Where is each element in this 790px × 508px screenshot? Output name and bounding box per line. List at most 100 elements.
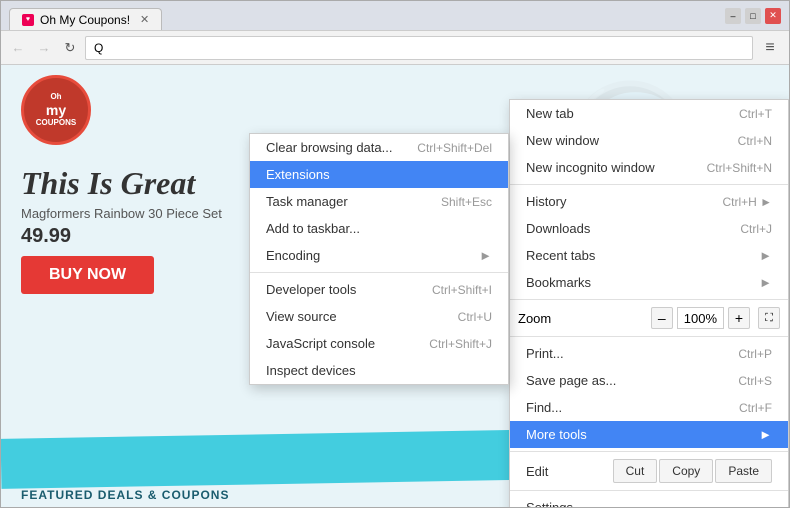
- menu-label: Print...: [526, 346, 564, 361]
- menu-shortcut: Ctrl+N: [738, 134, 772, 148]
- menu-divider: [250, 272, 508, 273]
- menu-item-print[interactable]: Print... Ctrl+P: [510, 340, 788, 367]
- menu-shortcut: Ctrl+S: [738, 374, 772, 388]
- menu-item-recent-tabs[interactable]: Recent tabs ►: [510, 242, 788, 269]
- zoom-value: 100%: [677, 307, 724, 329]
- maximize-button[interactable]: □: [745, 8, 761, 24]
- menu-divider: [510, 299, 788, 300]
- chrome-dropdown-menu: New tab Ctrl+T New window Ctrl+N New inc…: [509, 99, 789, 507]
- submenu-item-dev-tools[interactable]: Developer tools Ctrl+Shift+I: [250, 276, 508, 303]
- zoom-row: Zoom – 100% + ⛶: [510, 303, 788, 333]
- menu-label: Developer tools: [266, 282, 356, 297]
- zoom-minus-button[interactable]: –: [651, 307, 673, 329]
- menu-label: View source: [266, 309, 337, 324]
- menu-shortcut: Ctrl+H ►: [722, 195, 772, 209]
- menu-divider: [510, 490, 788, 491]
- refresh-button[interactable]: ↻: [59, 37, 81, 59]
- menu-shortcut: Ctrl+Shift+N: [707, 161, 772, 175]
- chrome-menu-button[interactable]: ≡: [757, 35, 783, 61]
- tab-title: Oh My Coupons!: [40, 13, 130, 27]
- menu-item-new-tab[interactable]: New tab Ctrl+T: [510, 100, 788, 127]
- back-button[interactable]: ←: [7, 37, 29, 59]
- submenu-item-encoding[interactable]: Encoding ►: [250, 242, 508, 269]
- address-bar: ← → ↻ ≡: [1, 31, 789, 65]
- tab-bar: ♥ Oh My Coupons! ✕: [9, 1, 717, 30]
- menu-item-new-incognito[interactable]: New incognito window Ctrl+Shift+N: [510, 154, 788, 181]
- menu-label: Bookmarks: [526, 275, 591, 290]
- menu-label: Add to taskbar...: [266, 221, 360, 236]
- menu-item-settings[interactable]: Settings: [510, 494, 788, 507]
- buy-now-button[interactable]: BUY NOW: [21, 256, 154, 294]
- menu-label: JavaScript console: [266, 336, 375, 351]
- menu-divider: [510, 451, 788, 452]
- menu-divider: [510, 336, 788, 337]
- browser-window: ♥ Oh My Coupons! ✕ – □ ✕ ← → ↻ ≡ 🔍 OhmyC…: [0, 0, 790, 508]
- submenu-item-inspect[interactable]: Inspect devices: [250, 357, 508, 384]
- title-bar: ♥ Oh My Coupons! ✕ – □ ✕: [1, 1, 789, 31]
- submenu-item-extensions[interactable]: Extensions: [250, 161, 508, 188]
- submenu-item-add-taskbar[interactable]: Add to taskbar...: [250, 215, 508, 242]
- minimize-button[interactable]: –: [725, 8, 741, 24]
- more-tools-submenu: Clear browsing data... Ctrl+Shift+Del Ex…: [249, 133, 509, 385]
- menu-shortcut: Ctrl+P: [738, 347, 772, 361]
- menu-item-more-tools[interactable]: More tools ►: [510, 421, 788, 448]
- menu-label: Inspect devices: [266, 363, 356, 378]
- active-tab[interactable]: ♥ Oh My Coupons! ✕: [9, 8, 162, 30]
- menu-shortcut: Ctrl+F: [739, 401, 772, 415]
- window-controls: – □ ✕: [725, 8, 781, 24]
- close-tab-button[interactable]: ✕: [140, 13, 149, 26]
- menu-shortcut: Ctrl+J: [740, 222, 772, 236]
- menu-item-save-page[interactable]: Save page as... Ctrl+S: [510, 367, 788, 394]
- zoom-fullscreen-button[interactable]: ⛶: [758, 307, 780, 329]
- menu-shortcut: Ctrl+Shift+J: [429, 337, 492, 351]
- submenu-arrow: ►: [759, 248, 772, 263]
- menu-shortcut: Ctrl+Shift+I: [432, 283, 492, 297]
- menu-label: New tab: [526, 106, 574, 121]
- featured-label: FEATURED DEALS & COUPONS: [21, 488, 229, 502]
- site-logo: OhmyCOUPONS: [21, 75, 91, 145]
- page-content: 🔍 OhmyCOUPONS This Is Great Magformers R…: [1, 65, 789, 507]
- menu-label: Clear browsing data...: [266, 140, 392, 155]
- menu-shortcut: Shift+Esc: [441, 195, 492, 209]
- menu-label: More tools: [526, 427, 587, 442]
- menu-item-history[interactable]: History Ctrl+H ►: [510, 188, 788, 215]
- menu-label: Recent tabs: [526, 248, 595, 263]
- submenu-item-view-source[interactable]: View source Ctrl+U: [250, 303, 508, 330]
- tab-favicon: ♥: [22, 14, 34, 26]
- forward-button[interactable]: →: [33, 37, 55, 59]
- menu-divider: [510, 184, 788, 185]
- menu-label: Downloads: [526, 221, 590, 236]
- submenu-arrow: ►: [479, 248, 492, 263]
- copy-button[interactable]: Copy: [659, 459, 713, 483]
- menu-item-bookmarks[interactable]: Bookmarks ►: [510, 269, 788, 296]
- menu-label: New window: [526, 133, 599, 148]
- submenu-item-clear[interactable]: Clear browsing data... Ctrl+Shift+Del: [250, 134, 508, 161]
- menu-shortcut: Ctrl+T: [739, 107, 772, 121]
- cut-button[interactable]: Cut: [613, 459, 658, 483]
- submenu-arrow: ►: [759, 427, 772, 442]
- submenu-arrow: ►: [759, 275, 772, 290]
- menu-label: Task manager: [266, 194, 348, 209]
- address-input[interactable]: [85, 36, 753, 60]
- edit-row: Edit Cut Copy Paste: [510, 455, 788, 487]
- menu-shortcut: Ctrl+U: [458, 310, 492, 324]
- zoom-plus-button[interactable]: +: [728, 307, 750, 329]
- page-background: 🔍 OhmyCOUPONS This Is Great Magformers R…: [1, 65, 789, 507]
- menu-label: New incognito window: [526, 160, 655, 175]
- menu-label: Extensions: [266, 167, 330, 182]
- menu-label: Find...: [526, 400, 562, 415]
- menu-label: Settings: [526, 500, 573, 507]
- menu-item-find[interactable]: Find... Ctrl+F: [510, 394, 788, 421]
- menu-label: History: [526, 194, 566, 209]
- zoom-label: Zoom: [518, 311, 647, 326]
- submenu-item-task-manager[interactable]: Task manager Shift+Esc: [250, 188, 508, 215]
- paste-button[interactable]: Paste: [715, 459, 772, 483]
- menu-label: Encoding: [266, 248, 320, 263]
- menu-shortcut: Ctrl+Shift+Del: [417, 141, 492, 155]
- menu-item-new-window[interactable]: New window Ctrl+N: [510, 127, 788, 154]
- menu-item-downloads[interactable]: Downloads Ctrl+J: [510, 215, 788, 242]
- submenu-item-js-console[interactable]: JavaScript console Ctrl+Shift+J: [250, 330, 508, 357]
- edit-label: Edit: [526, 464, 611, 479]
- menu-label: Save page as...: [526, 373, 616, 388]
- close-button[interactable]: ✕: [765, 8, 781, 24]
